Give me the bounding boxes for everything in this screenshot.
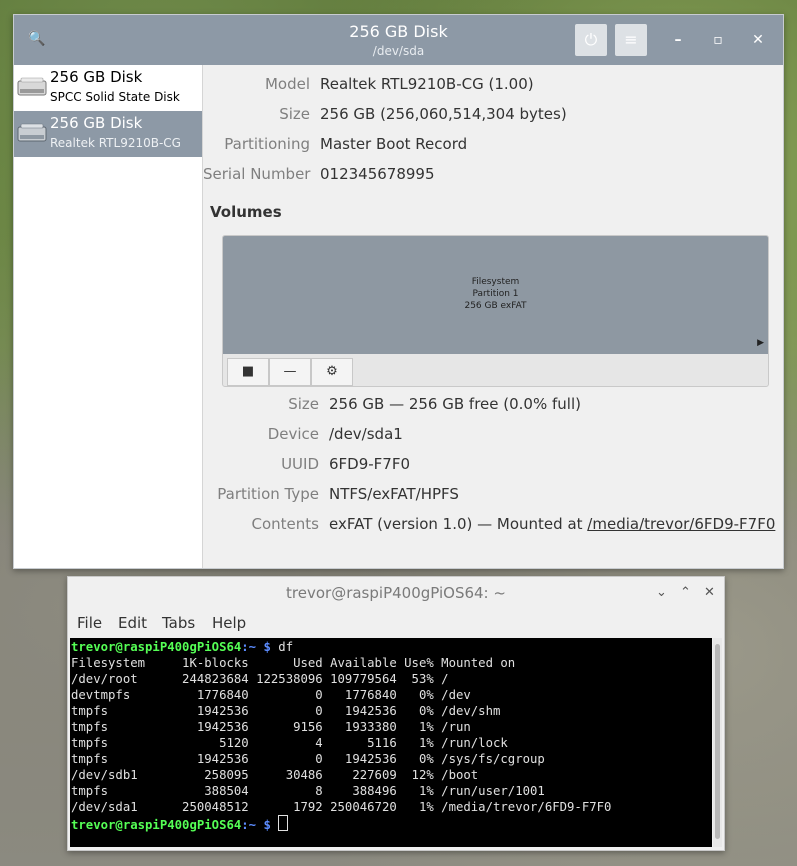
gear-icon: ⚙ (326, 364, 338, 379)
menu-help[interactable]: Help (212, 614, 246, 632)
hard-disk-icon (17, 77, 47, 96)
output-line: tmpfs 5120 4 5116 1% /run/lock (71, 736, 508, 750)
serial-value: 012345678995 (320, 165, 435, 183)
hard-disk-icon (17, 123, 47, 142)
disk-details: Model Realtek RTL9210B-CG (1.00) Size 25… (203, 65, 783, 568)
terminal-scrollbar[interactable] (713, 638, 722, 847)
uuid-label: UUID (281, 455, 319, 473)
output-line: tmpfs 1942536 0 1942536 0% /dev/shm (71, 704, 501, 718)
uuid-value: 6FD9-F7F0 (329, 455, 411, 473)
prompt-user: trevor@raspiP400gPiOS64 (71, 818, 242, 832)
prompt-line: trevor@raspiP400gPiOS64:~ $ (71, 815, 289, 833)
device-label: Device (267, 425, 319, 443)
text-cursor (278, 815, 289, 831)
prompt-path: :~ $ (241, 640, 271, 654)
disk-description: SPCC Solid State Disk (50, 90, 180, 104)
menu-tabs[interactable]: Tabs (162, 614, 195, 632)
disk-name: 256 GB Disk (50, 68, 143, 86)
serial-label: Serial Number (203, 165, 311, 183)
volume-size-value: 256 GB — 256 GB free (0.0% full) (329, 395, 581, 413)
close-button[interactable]: ✕ (750, 32, 766, 48)
scrollbar-thumb[interactable] (715, 644, 720, 839)
power-off-button[interactable]: ⏻ (575, 24, 607, 56)
disk-description: Realtek RTL9210B-CG (50, 136, 181, 150)
menu-icon: ≡ (624, 30, 638, 49)
prompt-path: :~ $ (241, 818, 271, 832)
volume-size-label: Size (288, 395, 319, 413)
partition-type: Filesystem (471, 277, 520, 287)
partitioning-value: Master Boot Record (320, 135, 468, 153)
model-label: Model (264, 75, 310, 93)
output-line: /dev/root 244823684 122538096 109779564 … (71, 672, 449, 686)
output-line: /dev/sdb1 258095 30486 227609 12% /boot (71, 768, 479, 782)
partition-block[interactable]: Filesystem Partition 1 256 GB exFAT ▶ (223, 236, 768, 354)
device-value: /dev/sda1 (329, 425, 403, 443)
delete-partition-button[interactable]: — (269, 358, 311, 386)
output-line: Filesystem 1K-blocks Used Available Use%… (71, 656, 516, 670)
power-icon: ⏻ (584, 30, 598, 49)
minimize-button[interactable]: – (670, 32, 686, 48)
window-subtitle: /dev/sda (372, 44, 425, 58)
prompt-user: trevor@raspiP400gPiOS64 (71, 640, 242, 654)
unmount-button[interactable]: ■ (227, 358, 269, 386)
prompt-line: trevor@raspiP400gPiOS64:~ $ df (71, 639, 293, 655)
mount-point-link[interactable]: /media/trevor/6FD9-F7F0 (587, 515, 775, 533)
model-value: Realtek RTL9210B-CG (1.00) (320, 75, 534, 93)
partition-type-label: Partition Type (217, 485, 319, 503)
contents-label: Contents (251, 515, 319, 533)
partition-name: Partition 1 (472, 289, 519, 299)
volume-map: Filesystem Partition 1 256 GB exFAT ▶ ■ … (222, 235, 769, 387)
partition-size: 256 GB exFAT (464, 301, 527, 311)
terminal-title: trevor@raspiP400gPiOS64: ~ (286, 584, 506, 602)
size-label: Size (279, 105, 310, 123)
disk-item-spcc[interactable]: 256 GB Disk SPCC Solid State Disk (14, 65, 202, 111)
output-line: tmpfs 1942536 0 1942536 0% /sys/fs/cgrou… (71, 752, 545, 766)
terminal-output[interactable]: trevor@raspiP400gPiOS64:~ $ df Filesyste… (70, 638, 712, 847)
output-line: tmpfs 388504 8 388496 1% /run/user/1001 (71, 784, 545, 798)
stop-icon: ■ (241, 364, 255, 379)
play-arrow-icon: ▶ (757, 338, 764, 348)
disk-name: 256 GB Disk (50, 114, 143, 132)
minus-icon: — (283, 364, 297, 379)
chevron-up-icon[interactable]: ⌃ (680, 585, 691, 600)
size-value: 256 GB (256,060,514,304 bytes) (320, 105, 567, 123)
maximize-button[interactable]: ▫ (710, 32, 726, 48)
chevron-down-icon[interactable]: ⌄ (656, 585, 667, 600)
partition-settings-button[interactable]: ⚙ (311, 358, 353, 386)
output-line: /dev/sda1 250048512 1792 250046720 1% /m… (71, 800, 612, 814)
contents-value: exFAT (version 1.0) — Mounted at (329, 515, 588, 533)
menu-edit[interactable]: Edit (118, 614, 147, 632)
disks-titlebar[interactable]: 🔍 256 GB Disk /dev/sda ⏻ ≡ – ▫ ✕ (14, 15, 783, 65)
menu-file[interactable]: File (77, 614, 102, 632)
volumes-heading: Volumes (210, 203, 282, 221)
window-title: 256 GB Disk (349, 22, 448, 41)
command-text: df (270, 640, 294, 654)
disk-item-realtek[interactable]: 256 GB Disk Realtek RTL9210B-CG (14, 111, 202, 157)
terminal-window: trevor@raspiP400gPiOS64: ~ ⌄ ⌃ ✕ File Ed… (67, 576, 725, 851)
close-button[interactable]: ✕ (704, 585, 715, 600)
partitioning-label: Partitioning (224, 135, 310, 153)
output-line: tmpfs 1942536 9156 1933380 1% /run (71, 720, 471, 734)
drive-menu-button[interactable]: ≡ (615, 24, 647, 56)
output-line: devtmpfs 1776840 0 1776840 0% /dev (71, 688, 471, 702)
disk-list: 256 GB Disk SPCC Solid State Disk 256 GB… (14, 65, 203, 568)
disks-window: 🔍 256 GB Disk /dev/sda ⏻ ≡ – ▫ ✕ 256 GB … (13, 14, 784, 569)
partition-type-value: NTFS/exFAT/HPFS (329, 485, 459, 503)
